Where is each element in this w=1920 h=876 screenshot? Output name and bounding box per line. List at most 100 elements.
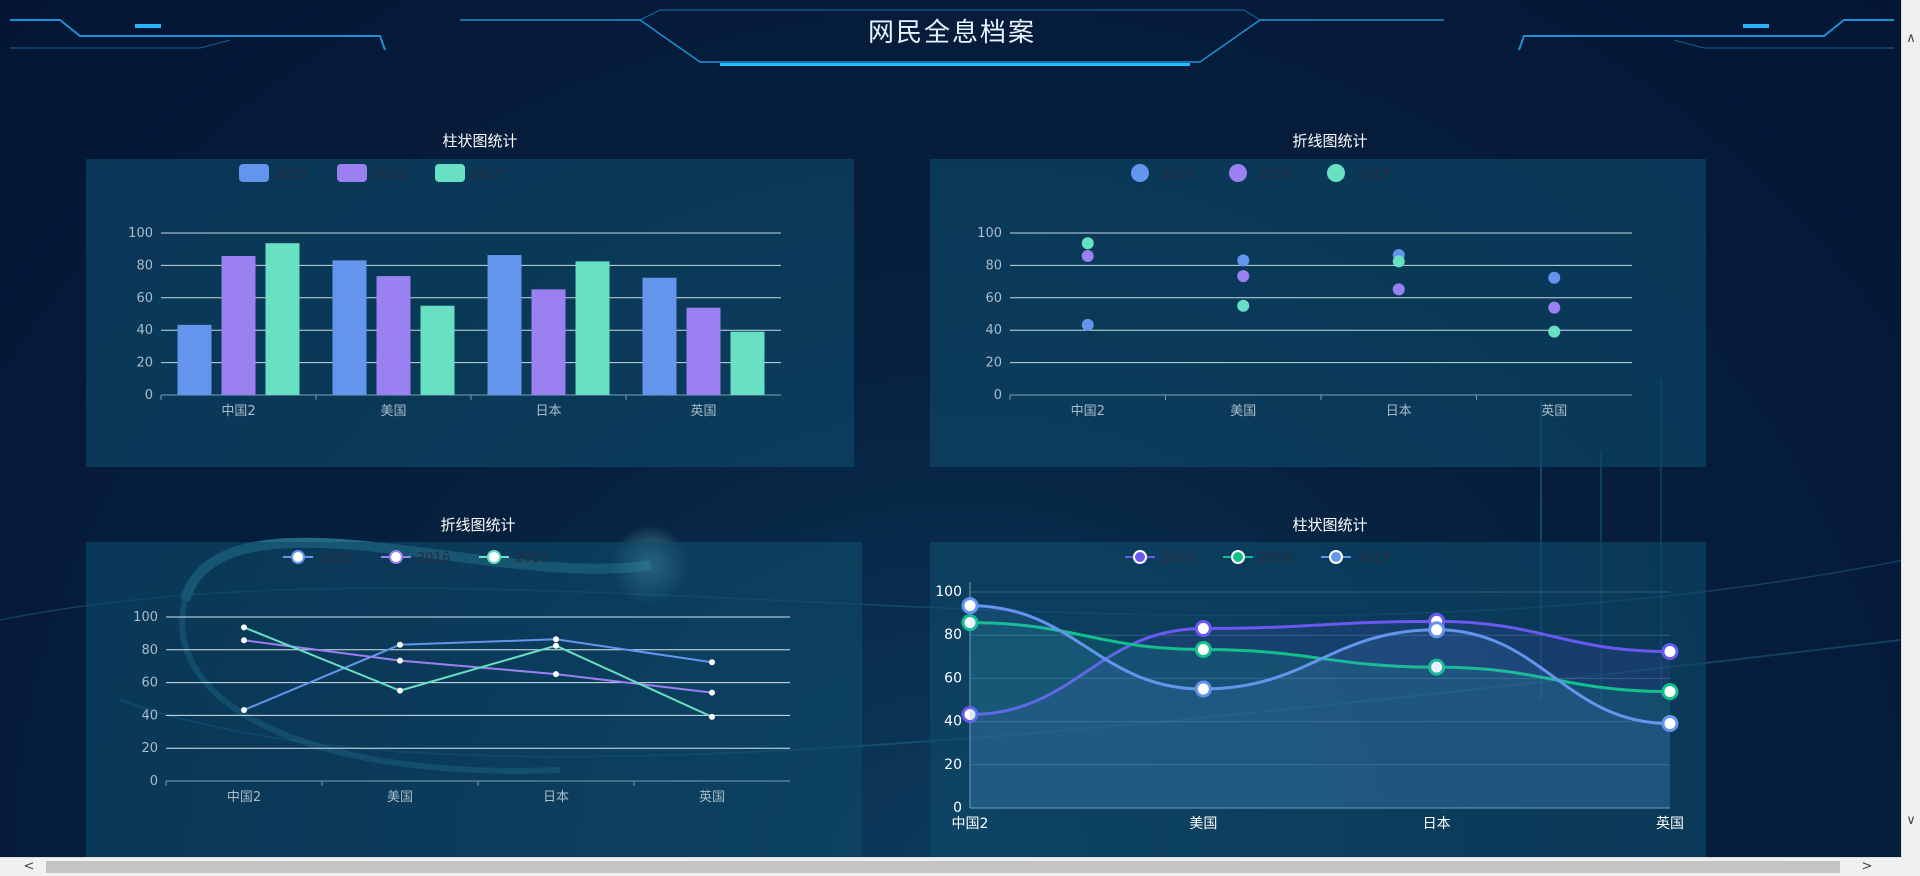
x-tick-label: 中国2 xyxy=(952,816,989,832)
legend-label: 2016 xyxy=(417,551,450,566)
scatter-point xyxy=(1237,270,1250,283)
smooth-line-chart-panel: 2015 2016 2017 0 20 40 60 80 100 中国2 美国 日本 英国 xyxy=(930,542,1706,858)
line-point xyxy=(961,597,979,615)
legend-label: 2015 xyxy=(1161,167,1194,182)
horizontal-scroll-thumb[interactable] xyxy=(46,861,1840,873)
scatter-point xyxy=(1081,250,1094,263)
bar xyxy=(487,255,522,395)
scroll-up-arrow-icon[interactable]: ∧ xyxy=(1902,30,1920,48)
x-tick-label: 英国 xyxy=(1656,815,1684,832)
bar xyxy=(420,305,455,395)
bar xyxy=(221,256,256,395)
y-tick-label: 100 xyxy=(128,226,153,241)
y-tick-label: 60 xyxy=(944,670,962,686)
panel-title-smooth: 柱状图统计 xyxy=(1292,516,1368,534)
line-point xyxy=(397,641,403,648)
line-point xyxy=(241,706,247,713)
scatter-point xyxy=(1548,271,1561,284)
scatter-point xyxy=(1392,255,1405,268)
y-tick-label: 40 xyxy=(141,708,158,723)
line-point xyxy=(1661,643,1679,661)
scatter-point xyxy=(1237,254,1250,267)
line-point xyxy=(1661,683,1679,701)
bar-chart-panel: 2015 2016 2017 0 20 40 60 80 100 中国2 美国 日本 英国 xyxy=(86,159,854,467)
y-tick-label: 0 xyxy=(150,774,158,789)
line-chart: 2015 2016 2017 0 20 40 60 80 100 中国2 美国 日本 英国 xyxy=(133,550,790,805)
y-tick-label: 80 xyxy=(136,258,153,273)
scatter-point xyxy=(1548,325,1561,338)
bar xyxy=(531,289,566,395)
y-tick-label: 60 xyxy=(985,291,1002,306)
line-point xyxy=(1194,640,1212,658)
bar-chart: 2015 2016 2017 0 20 40 60 80 100 中国2 美国 日本 英国 xyxy=(128,164,781,419)
bar xyxy=(376,276,411,395)
y-tick-label: 0 xyxy=(953,800,962,816)
line-point xyxy=(553,642,559,649)
scatter-point xyxy=(1081,318,1094,331)
legend-label: 2017 xyxy=(515,551,548,566)
vertical-scrollbar[interactable]: ∧ ∨ xyxy=(1901,0,1920,858)
y-tick-label: 80 xyxy=(944,627,962,643)
scatter-chart-panel: 2015 2016 2017 0 20 40 60 80 100 中国2 美国 日本 英国 xyxy=(930,159,1706,467)
legend-label: 2017 xyxy=(1357,167,1390,182)
legend-label: 2016 xyxy=(1259,551,1292,566)
series-line xyxy=(243,626,713,718)
line-point xyxy=(1194,620,1212,638)
x-tick-label: 英国 xyxy=(1541,404,1567,419)
x-tick-label: 日本 xyxy=(543,790,569,805)
line-point xyxy=(397,657,403,664)
y-tick-label: 100 xyxy=(133,610,158,625)
line-point xyxy=(1194,680,1212,698)
legend-swatch xyxy=(1131,164,1149,182)
horizontal-scrollbar[interactable]: < > xyxy=(0,857,1902,876)
line-point xyxy=(241,624,247,631)
scatter-point xyxy=(1392,283,1405,296)
x-tick-label: 日本 xyxy=(1386,404,1412,419)
line-point xyxy=(709,659,715,666)
y-tick-label: 100 xyxy=(977,226,1002,241)
line-point xyxy=(241,637,247,644)
panel-title-scatter: 折线图统计 xyxy=(1292,132,1368,150)
legend-swatch xyxy=(1327,164,1345,182)
legend-label: 2015 xyxy=(275,167,308,182)
bar xyxy=(177,324,212,395)
y-tick-label: 80 xyxy=(985,258,1002,273)
y-tick-label: 20 xyxy=(136,356,153,371)
page-title: 网民全息档案 xyxy=(867,18,1036,48)
legend-swatch xyxy=(239,164,269,182)
panel-title-bar: 柱状图统计 xyxy=(442,132,518,150)
bar xyxy=(686,307,721,395)
x-tick-label: 美国 xyxy=(387,790,413,805)
legend-swatch xyxy=(337,164,367,182)
legend-label: 2016 xyxy=(373,167,406,182)
legend-label: 2015 xyxy=(1161,551,1194,566)
x-tick-label: 中国2 xyxy=(221,404,255,419)
bar xyxy=(575,261,610,395)
legend-marker xyxy=(1329,550,1343,564)
scroll-right-arrow-icon[interactable]: > xyxy=(1858,858,1876,876)
legend-label: 2017 xyxy=(471,167,504,182)
scatter-point xyxy=(1548,301,1561,314)
line-point xyxy=(709,713,715,720)
y-tick-label: 60 xyxy=(141,676,158,691)
scatter-chart: 2015 2016 2017 0 20 40 60 80 100 中国2 美国 日本 英国 xyxy=(977,164,1632,419)
scroll-down-arrow-icon[interactable]: ∨ xyxy=(1902,812,1920,830)
smooth-line-chart: 2015 2016 2017 0 20 40 60 80 100 中国2 美国 日本 英国 xyxy=(935,550,1684,832)
scatter-point xyxy=(1081,237,1094,250)
x-tick-label: 美国 xyxy=(380,404,406,419)
y-tick-label: 20 xyxy=(141,741,158,756)
scroll-left-arrow-icon[interactable]: < xyxy=(20,858,38,876)
line-point xyxy=(709,689,715,696)
y-tick-label: 100 xyxy=(935,584,962,600)
legend-marker xyxy=(389,550,403,564)
line-point xyxy=(1661,715,1679,733)
legend-marker xyxy=(1231,550,1245,564)
bar xyxy=(332,260,367,395)
x-tick-label: 中国2 xyxy=(1071,404,1105,419)
legend-label: 2017 xyxy=(1357,551,1390,566)
legend-swatch xyxy=(1229,164,1247,182)
y-tick-label: 40 xyxy=(136,323,153,338)
bar xyxy=(265,243,300,395)
legend-label: 2015 xyxy=(319,551,352,566)
line-chart-panel: 2015 2016 2017 0 20 40 60 80 100 中国2 美国 日本 英国 xyxy=(86,542,862,858)
